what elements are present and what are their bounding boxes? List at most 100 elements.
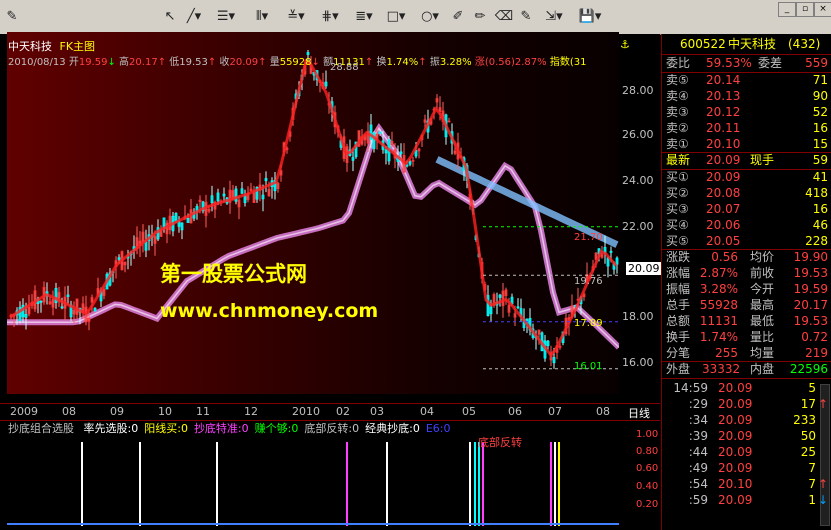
date-tick: 05 (462, 405, 476, 418)
candle-body (261, 194, 265, 200)
bid-price: 20.09 (706, 170, 741, 184)
parallel-lines-tool-icon[interactable]: ⦀▾ (248, 6, 276, 28)
indicator-ytick: 0.20 (636, 499, 659, 510)
text-tool-icon[interactable]: ✎ (516, 6, 536, 28)
outer-inner-row: 外盘 33332 内盘 22596 (666, 362, 828, 376)
price-tick: 24.00 (622, 174, 654, 187)
webi-row: 委比 59.53% 委差 559 (666, 56, 828, 70)
ask-row: 卖② 20.11 16 (666, 121, 828, 135)
tick-time: :49 (688, 461, 708, 475)
tick-volume: 233 (793, 413, 816, 427)
pencil-small-icon[interactable]: ✎ (4, 6, 20, 28)
candle-body (498, 294, 502, 298)
stat-row: 总额 11131 最低 19.53 (666, 314, 828, 328)
tick-price: 20.09 (718, 493, 753, 507)
date-tick: 08 (62, 405, 76, 418)
pointer-tool-icon[interactable]: ↖ (160, 6, 180, 28)
tick-price: 20.10 (718, 477, 753, 491)
bid-price: 20.08 (706, 186, 741, 200)
rect-tool-icon[interactable]: □▾ (382, 6, 410, 28)
inner-value: 22596 (789, 362, 828, 376)
save-tool-icon[interactable]: 💾▾ (576, 6, 604, 28)
price-tick: 26.00 (622, 128, 654, 141)
tick-row: :29 20.09 17 ↑ (662, 396, 831, 412)
bid-price: 20.05 (706, 234, 741, 248)
fib-lines-tool-icon[interactable]: ☰▾ (212, 6, 240, 28)
fan-tool-icon[interactable]: ≚▾ (282, 6, 310, 28)
turnover-value: 1.74% (386, 57, 419, 68)
candle-body (516, 306, 520, 309)
indicator-ytick: 0.40 (636, 481, 659, 492)
date-value: 2010/08/13 (8, 57, 66, 68)
low-value: 19.53 (179, 57, 208, 68)
xianshou-value: 59 (812, 153, 828, 167)
indicator-plot[interactable] (7, 434, 619, 526)
regression-tool-icon[interactable]: ≣▾ (350, 6, 378, 28)
ask-price: 20.12 (706, 105, 741, 119)
high-value: 20.17 (129, 57, 158, 68)
candle-body (117, 257, 121, 260)
candle-body (93, 307, 97, 312)
circle-tool-icon[interactable]: ○▾ (416, 6, 444, 28)
bid-row: 买⑤ 20.05 228 (666, 234, 828, 248)
close-button[interactable]: × (814, 2, 831, 17)
candle-body (66, 294, 70, 297)
ohlc-row: 2010/08/13 开19.59↓ 高20.17↑ 低19.53↑ 收20.0… (8, 57, 587, 68)
bid-volume: 16 (812, 202, 828, 216)
tick-volume: 25 (800, 445, 816, 459)
date-tick: 12 (244, 405, 258, 418)
index-value: (31 (569, 57, 587, 68)
indicator-svg (7, 442, 619, 526)
date-tick: 11 (196, 405, 210, 418)
minimize-button[interactable]: _ (778, 2, 796, 17)
candle-body (60, 306, 64, 309)
brush-tool-icon[interactable]: ✏ (470, 6, 490, 28)
grid-tool-icon[interactable]: ⋕▾ (316, 6, 344, 28)
stock-title: 中天科技 (8, 40, 52, 53)
ask-price: 20.13 (706, 89, 741, 103)
line-tool-icon[interactable]: ╱▾ (182, 6, 206, 28)
kline-svg (7, 50, 619, 370)
period-daily-label[interactable]: 日线 (628, 405, 650, 421)
change-value: (0.56) (484, 57, 515, 68)
bid-row: 买④ 20.06 46 (666, 218, 828, 232)
candle-body (186, 217, 190, 223)
tick-time: :54 (688, 477, 708, 491)
tick-volume: 5 (808, 381, 816, 395)
date-tick: 10 (158, 405, 172, 418)
tick-row: :34 20.09 233 (662, 412, 831, 428)
kline-plot[interactable] (7, 32, 619, 394)
price-tick: 22.00 (622, 220, 654, 233)
stock-code: 600522 (680, 37, 726, 51)
candle-body (174, 212, 178, 222)
arrow-tool-icon[interactable]: ⇲▾ (540, 6, 568, 28)
watermark-line1: 第一股票公式网 (160, 262, 307, 286)
tick-price: 20.09 (718, 445, 753, 459)
webi-value: 59.53% (706, 56, 752, 70)
stat-value: 20.17 (793, 298, 828, 312)
ask-volume: 16 (812, 121, 828, 135)
level-annotation: 21.70 (574, 232, 603, 243)
candle-body (180, 222, 184, 231)
candle-body (399, 151, 403, 155)
lock-icon[interactable]: ⚓ (620, 38, 630, 51)
restore-button[interactable]: ▫ (796, 2, 814, 17)
candle-body (210, 195, 214, 204)
stat-row: 换手 1.74% 量比 0.72 (666, 330, 828, 344)
tick-volume: 7 (808, 477, 816, 491)
tick-price: 20.09 (718, 397, 753, 411)
eraser-tool-icon[interactable]: ⌫ (494, 6, 514, 28)
tick-price: 20.09 (718, 429, 753, 443)
candle-body (243, 195, 247, 203)
date-tick: 04 (420, 405, 434, 418)
stat-value: 19.90 (793, 250, 828, 264)
ask-volume: 90 (812, 89, 828, 103)
tick-row: :59 20.09 1 ↓ (662, 492, 831, 508)
stat-value: 0.72 (801, 330, 828, 344)
tick-volume: 7 (808, 461, 816, 475)
bid-price: 20.06 (706, 218, 741, 232)
pen-tool-icon[interactable]: ✐ (448, 6, 468, 28)
bid-volume: 41 (812, 170, 828, 184)
ask-price: 20.14 (706, 73, 741, 87)
tick-volume: 1 (808, 493, 816, 507)
